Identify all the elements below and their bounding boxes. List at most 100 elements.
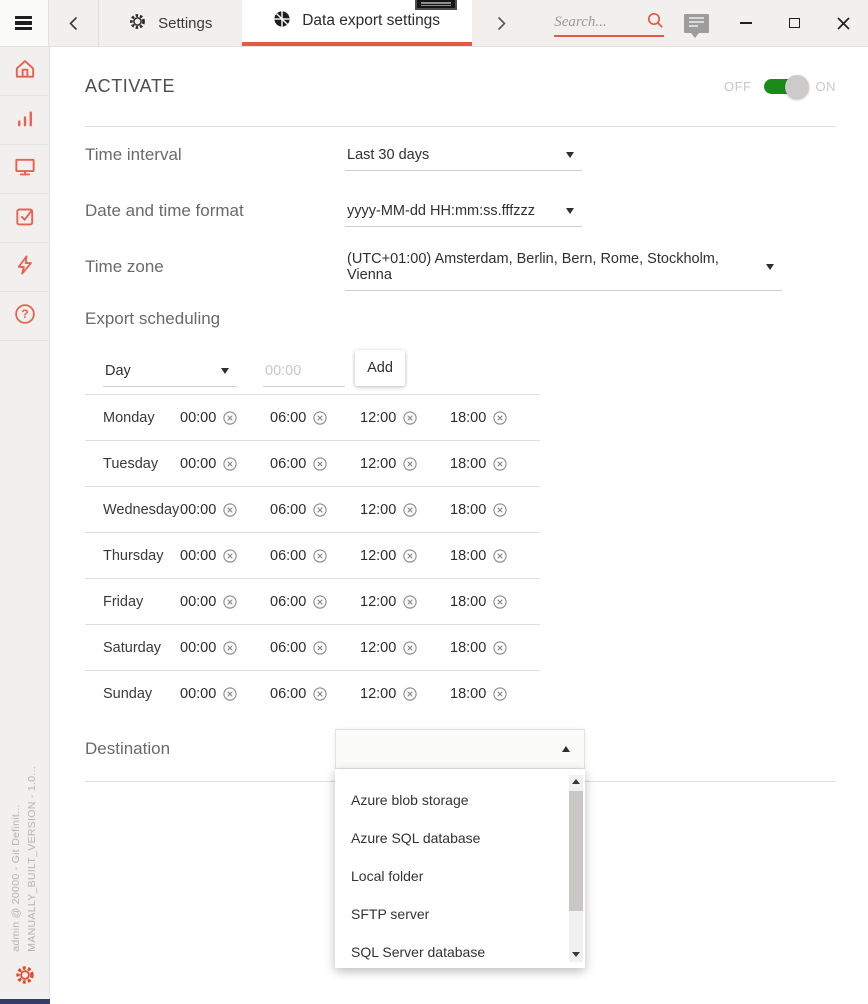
bar-chart-icon bbox=[13, 106, 37, 135]
main-content: ACTIVATE OFF ON Time interval Last 30 da… bbox=[51, 47, 868, 1004]
back-chevron-icon[interactable] bbox=[49, 0, 98, 46]
time-value: 00:00 bbox=[180, 686, 216, 702]
close-icon[interactable] bbox=[819, 0, 868, 46]
list-item[interactable]: Azure blob storage bbox=[335, 781, 585, 819]
time-interval-select[interactable]: Last 30 days bbox=[345, 140, 582, 171]
export-scheduling-heading: Export scheduling bbox=[85, 297, 836, 341]
scrollbar[interactable] bbox=[569, 775, 583, 962]
remove-time-icon[interactable] bbox=[313, 641, 327, 655]
remove-time-icon[interactable] bbox=[313, 549, 327, 563]
remove-time-icon[interactable] bbox=[493, 411, 507, 425]
schedule-time-entry: 18:00 bbox=[450, 502, 540, 518]
remove-time-icon[interactable] bbox=[223, 549, 237, 563]
remove-time-icon[interactable] bbox=[493, 687, 507, 701]
datetime-format-select[interactable]: yyyy-MM-dd HH:mm:ss.fffzzz bbox=[345, 196, 582, 227]
time-value: 00:00 bbox=[180, 410, 216, 426]
activate-toggle[interactable] bbox=[764, 79, 804, 94]
remove-time-icon[interactable] bbox=[493, 641, 507, 655]
time-value: 18:00 bbox=[450, 640, 486, 656]
destination-label: Destination bbox=[85, 739, 335, 759]
option-label: Azure blob storage bbox=[351, 792, 469, 808]
remove-time-icon[interactable] bbox=[313, 595, 327, 609]
sidebar-item-events[interactable] bbox=[0, 243, 49, 292]
timezone-select[interactable]: (UTC+01:00) Amsterdam, Berlin, Bern, Rom… bbox=[345, 244, 782, 291]
remove-time-icon[interactable] bbox=[403, 595, 417, 609]
table-row: Thursday 00:00 06:00 12:00 18:00 bbox=[85, 532, 540, 578]
sidebar: ? admin @ 20000 - Git Definit... MANUALL… bbox=[0, 47, 50, 1004]
list-item[interactable]: Azure SQL database bbox=[335, 819, 585, 857]
chevron-up-icon bbox=[562, 746, 570, 752]
sidebar-item-help[interactable]: ? bbox=[0, 292, 49, 341]
scroll-down-icon[interactable] bbox=[569, 948, 583, 962]
remove-time-icon[interactable] bbox=[403, 549, 417, 563]
svg-text:?: ? bbox=[21, 307, 28, 321]
help-icon: ? bbox=[13, 302, 37, 331]
search-input[interactable] bbox=[554, 14, 647, 31]
scroll-up-icon[interactable] bbox=[569, 775, 583, 789]
activate-toggle-group: OFF ON bbox=[724, 79, 836, 94]
remove-time-icon[interactable] bbox=[493, 595, 507, 609]
remove-time-icon[interactable] bbox=[313, 411, 327, 425]
schedule-time-entry: 00:00 bbox=[180, 502, 270, 518]
sidebar-item-settings[interactable] bbox=[0, 957, 50, 997]
list-item[interactable]: SFTP server bbox=[335, 895, 585, 933]
search-icon[interactable] bbox=[647, 12, 664, 34]
schedule-time-entry: 12:00 bbox=[360, 686, 450, 702]
schedule-time-entry: 12:00 bbox=[360, 456, 450, 472]
day-label: Monday bbox=[103, 410, 180, 426]
add-button[interactable]: Add bbox=[355, 350, 405, 386]
option-label: Local folder bbox=[351, 868, 423, 884]
remove-time-icon[interactable] bbox=[223, 503, 237, 517]
menu-icon[interactable] bbox=[0, 0, 49, 46]
chevron-down-icon bbox=[221, 368, 229, 374]
remove-time-icon[interactable] bbox=[403, 687, 417, 701]
datetime-format-row: Date and time format yyyy-MM-dd HH:mm:ss… bbox=[85, 183, 836, 239]
tab-settings[interactable]: Settings bbox=[99, 0, 242, 46]
remove-time-icon[interactable] bbox=[223, 457, 237, 471]
schedule-time-entry: 18:00 bbox=[450, 594, 540, 610]
maximize-icon[interactable] bbox=[770, 0, 819, 46]
schedule-time-entry: 18:00 bbox=[450, 640, 540, 656]
remove-time-icon[interactable] bbox=[403, 457, 417, 471]
list-item[interactable]: SQL Server database bbox=[335, 933, 585, 971]
sidebar-item-monitor[interactable] bbox=[0, 145, 49, 194]
time-value: 12:00 bbox=[360, 640, 396, 656]
remove-time-icon[interactable] bbox=[313, 503, 327, 517]
remove-time-icon[interactable] bbox=[313, 457, 327, 471]
scrollbar-track[interactable] bbox=[569, 789, 583, 948]
remove-time-icon[interactable] bbox=[493, 549, 507, 563]
destination-select[interactable] bbox=[335, 729, 585, 769]
remove-time-icon[interactable] bbox=[493, 457, 507, 471]
forward-chevron-icon[interactable] bbox=[472, 0, 533, 46]
remove-time-icon[interactable] bbox=[493, 503, 507, 517]
schedule-time-entry: 06:00 bbox=[270, 640, 360, 656]
remove-time-icon[interactable] bbox=[403, 641, 417, 655]
lightning-icon bbox=[13, 253, 37, 282]
minimize-icon[interactable] bbox=[721, 0, 770, 46]
sidebar-item-dashboards[interactable] bbox=[0, 96, 49, 145]
comment-icon[interactable] bbox=[684, 14, 709, 33]
remove-time-icon[interactable] bbox=[223, 411, 237, 425]
time-value: 06:00 bbox=[270, 594, 306, 610]
scrollbar-thumb[interactable] bbox=[569, 791, 583, 912]
remove-time-icon[interactable] bbox=[313, 687, 327, 701]
remove-time-icon[interactable] bbox=[403, 503, 417, 517]
toggle-knob[interactable] bbox=[785, 75, 809, 99]
remove-time-icon[interactable] bbox=[223, 595, 237, 609]
remove-time-icon[interactable] bbox=[223, 687, 237, 701]
sidebar-item-home[interactable] bbox=[0, 47, 49, 96]
day-select[interactable]: Day bbox=[103, 356, 237, 387]
time-interval-label: Time interval bbox=[85, 145, 345, 165]
sidebar-footer-bar bbox=[0, 999, 50, 1004]
list-item[interactable]: Local folder bbox=[335, 857, 585, 895]
remove-time-icon[interactable] bbox=[403, 411, 417, 425]
sidebar-item-tasks[interactable] bbox=[0, 194, 49, 243]
home-icon bbox=[13, 57, 37, 86]
option-label: Azure SQL database bbox=[351, 830, 480, 846]
schedule-time-entry: 00:00 bbox=[180, 410, 270, 426]
destination-dropdown-panel: Azure blob storage Azure SQL database Lo… bbox=[335, 769, 585, 968]
remove-time-icon[interactable] bbox=[223, 641, 237, 655]
time-input[interactable] bbox=[263, 356, 345, 387]
schedule-controls: Day Add bbox=[85, 341, 836, 387]
timezone-label: Time zone bbox=[85, 257, 345, 277]
